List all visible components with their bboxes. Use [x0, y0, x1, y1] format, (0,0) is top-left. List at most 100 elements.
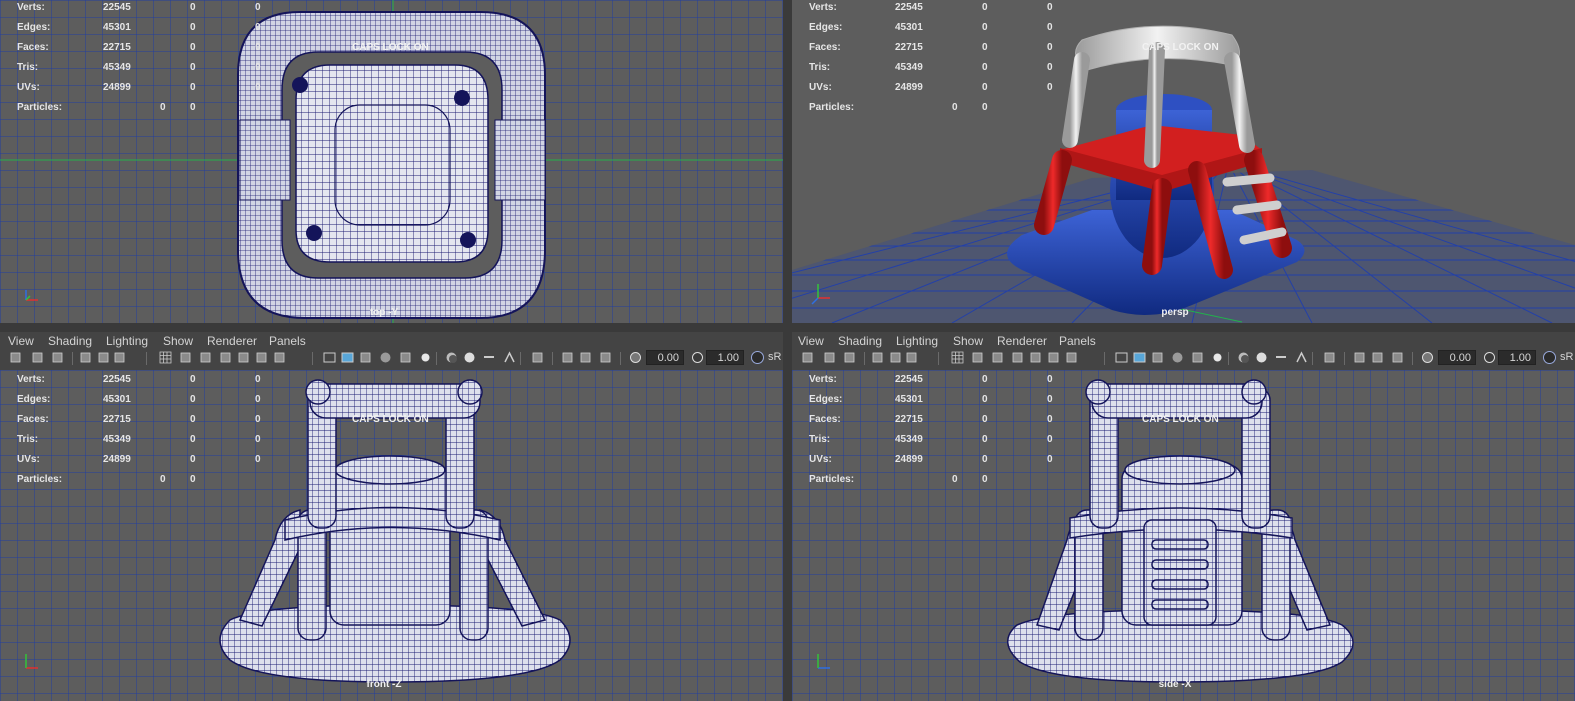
grease-pencil-icon[interactable] — [96, 350, 111, 365]
color-manage-icon[interactable] — [750, 350, 765, 365]
film-gate-icon[interactable] — [970, 350, 985, 365]
menu-lighting[interactable]: Lighting — [106, 334, 148, 348]
viewport-persp[interactable]: Verts: 22545 0 0 Edges: 45301 0 0 Faces: 22715 0… — [792, 0, 1575, 323]
bookmark-icon[interactable] — [842, 350, 857, 365]
tris-selected: 0 — [190, 434, 196, 445]
field-chart-icon[interactable] — [236, 350, 251, 365]
safe-action-icon[interactable] — [1046, 350, 1061, 365]
backface-icon[interactable] — [598, 350, 613, 365]
safe-title-icon[interactable] — [1064, 350, 1079, 365]
safe-title-icon[interactable] — [272, 350, 287, 365]
faces-extra: 0 — [1047, 414, 1053, 425]
xray-active-icon[interactable] — [578, 350, 593, 365]
menu-view[interactable]: View — [8, 334, 34, 348]
toolbar-separator — [552, 352, 553, 365]
viewport-top[interactable]: Verts: 22545 0 0 Edges: 45301 0 0 Faces: 22715 0… — [0, 0, 783, 323]
camera-attr-icon[interactable] — [822, 350, 837, 365]
viewport-side[interactable]: Verts: 22545 0 0 Edges: 45301 0 0 Faces: 22715 0… — [792, 370, 1575, 701]
safe-action-icon[interactable] — [254, 350, 269, 365]
shaded-wireframe-icon[interactable] — [398, 350, 413, 365]
verts-label: Verts: — [17, 374, 45, 385]
shadows-icon[interactable] — [444, 350, 459, 365]
gamma-icon[interactable] — [1482, 350, 1497, 365]
tris-selected: 0 — [982, 62, 988, 73]
motion-blur-icon[interactable] — [482, 350, 497, 365]
menu-panels[interactable]: Panels — [1059, 334, 1096, 348]
anti-alias-icon[interactable] — [1294, 350, 1309, 365]
lights-icon[interactable] — [1210, 350, 1225, 365]
menu-lighting[interactable]: Lighting — [896, 334, 938, 348]
camera-attr-icon[interactable] — [30, 350, 45, 365]
anti-alias-icon[interactable] — [502, 350, 517, 365]
menu-renderer[interactable]: Renderer — [997, 334, 1047, 348]
wireframe-icon[interactable] — [322, 350, 337, 365]
gamma-icon[interactable] — [690, 350, 705, 365]
toolbar-separator — [520, 352, 521, 365]
uvs-value: 24899 — [895, 82, 923, 93]
tris-label: Tris: — [17, 434, 39, 445]
caps-lock-indicator: CAPS LOCK ON — [1142, 42, 1219, 53]
move-tool-icon[interactable] — [112, 350, 127, 365]
pane-divider[interactable] — [783, 323, 792, 701]
menu-renderer[interactable]: Renderer — [207, 334, 257, 348]
exposure-field[interactable]: 0.00 — [1438, 350, 1476, 365]
menu-panels[interactable]: Panels — [269, 334, 306, 348]
verts-label: Verts: — [17, 2, 45, 13]
backface-icon[interactable] — [1390, 350, 1405, 365]
exposure-icon[interactable] — [1420, 350, 1435, 365]
ambient-occlusion-icon[interactable] — [1254, 350, 1269, 365]
shaded-wireframe-icon[interactable] — [1190, 350, 1205, 365]
gate-mask-icon[interactable] — [1010, 350, 1025, 365]
xray-icon[interactable] — [1170, 350, 1185, 365]
shadows-icon[interactable] — [1236, 350, 1251, 365]
xray-joints-icon[interactable] — [1352, 350, 1367, 365]
default-material-icon[interactable] — [1150, 350, 1165, 365]
isolate-select-icon[interactable] — [1322, 350, 1337, 365]
faces-extra: 0 — [255, 42, 261, 53]
xray-joints-icon[interactable] — [560, 350, 575, 365]
viewport-front[interactable]: Verts: 22545 0 0 Edges: 45301 0 0 Faces: 22715 0… — [0, 370, 783, 701]
smooth-shade-icon[interactable] — [1132, 350, 1147, 365]
move-tool-icon[interactable] — [904, 350, 919, 365]
camera-select-icon[interactable] — [8, 350, 23, 365]
image-plane-icon[interactable] — [78, 350, 93, 365]
grid-icon[interactable] — [158, 350, 173, 365]
camera-select-icon[interactable] — [800, 350, 815, 365]
bookmark-icon[interactable] — [50, 350, 65, 365]
verts-extra: 0 — [255, 2, 261, 13]
exposure-field[interactable]: 0.00 — [646, 350, 684, 365]
gamma-field[interactable]: 1.00 — [1498, 350, 1536, 365]
resolution-gate-icon[interactable] — [198, 350, 213, 365]
color-space-label[interactable]: sR — [1560, 351, 1573, 363]
gate-mask-icon[interactable] — [218, 350, 233, 365]
field-chart-icon[interactable] — [1028, 350, 1043, 365]
image-plane-icon[interactable] — [870, 350, 885, 365]
color-manage-icon[interactable] — [1542, 350, 1557, 365]
default-material-icon[interactable] — [358, 350, 373, 365]
smooth-shade-icon[interactable] — [340, 350, 355, 365]
grease-pencil-icon[interactable] — [888, 350, 903, 365]
wireframe-icon[interactable] — [1114, 350, 1129, 365]
exposure-icon[interactable] — [628, 350, 643, 365]
xray-icon[interactable] — [378, 350, 393, 365]
menu-shading[interactable]: Shading — [838, 334, 882, 348]
tris-extra: 0 — [255, 62, 261, 73]
resolution-gate-icon[interactable] — [990, 350, 1005, 365]
grid-icon[interactable] — [950, 350, 965, 365]
menu-show[interactable]: Show — [953, 334, 983, 348]
gamma-field[interactable]: 1.00 — [706, 350, 744, 365]
menu-show[interactable]: Show — [163, 334, 193, 348]
menu-shading[interactable]: Shading — [48, 334, 92, 348]
toolbar-separator — [146, 352, 147, 365]
color-space-label[interactable]: sR — [768, 351, 781, 363]
motion-blur-icon[interactable] — [1274, 350, 1289, 365]
verts-label: Verts: — [809, 374, 837, 385]
xray-active-icon[interactable] — [1370, 350, 1385, 365]
verts-selected: 0 — [190, 374, 196, 385]
panel-toolbar: 0.00 1.00 sR — [0, 349, 783, 368]
lights-icon[interactable] — [418, 350, 433, 365]
menu-view[interactable]: View — [798, 334, 824, 348]
ambient-occlusion-icon[interactable] — [462, 350, 477, 365]
film-gate-icon[interactable] — [178, 350, 193, 365]
isolate-select-icon[interactable] — [530, 350, 545, 365]
